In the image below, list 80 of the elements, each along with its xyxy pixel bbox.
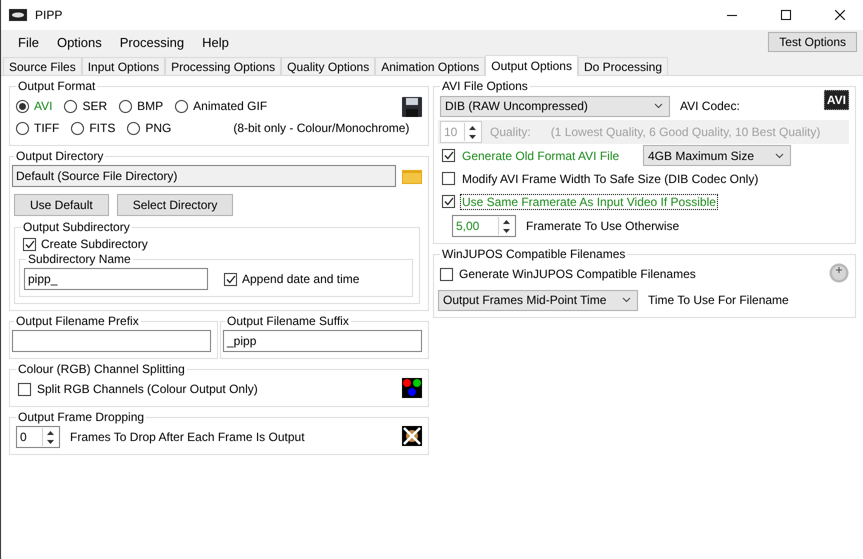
radio-label: PNG — [145, 121, 172, 135]
radio-label: BMP — [137, 99, 164, 113]
quality-hint: (1 Lowest Quality, 6 Good Quality, 10 Best Quality) — [550, 125, 820, 139]
chevron-down-icon — [654, 103, 663, 109]
radio-button[interactable] — [127, 122, 140, 134]
window-title: PIPP — [35, 8, 64, 22]
spinner-label: Framerate To Use Otherwise — [526, 219, 680, 233]
checkbox[interactable] — [18, 382, 31, 396]
menu-item[interactable]: Processing — [110, 34, 194, 50]
radio-button[interactable] — [71, 122, 84, 134]
tab[interactable]: Processing Options — [165, 57, 282, 75]
checkbox-label: Use Same Framerate As Input Video If Possible — [461, 194, 717, 208]
checkbox-label: Generate Old Format AVI File — [461, 148, 620, 162]
group-title: WinJUPOS Compatible Filenames — [441, 247, 626, 261]
checkbox-label: Generate WinJUPOS Compatible Filenames — [459, 267, 696, 281]
checkbox[interactable] — [440, 268, 453, 280]
radio-label: Animated GIF — [193, 99, 268, 113]
directory-button[interactable]: Use Default — [14, 194, 109, 216]
test-options-button[interactable]: Test Options — [768, 32, 857, 52]
checkbox-label: Modify AVI Frame Width To Safe Size (DIB Codec Only) — [461, 172, 760, 186]
radio-button[interactable] — [64, 100, 78, 112]
suffix-field[interactable]: _pipp — [223, 330, 422, 352]
group-title: Colour (RGB) Channel Splitting — [17, 362, 186, 376]
checkbox-label: Split RGB Channels (Colour Output Only) — [37, 382, 258, 396]
checkbox[interactable] — [23, 238, 36, 250]
crossed-frame-icon — [402, 426, 422, 446]
group-title: Output Format — [17, 79, 96, 93]
menu-item[interactable]: Options — [48, 34, 111, 50]
dropdown-label: Time To Use For Filename — [648, 293, 789, 307]
group-title: Output Filename Prefix — [15, 314, 140, 328]
checkbox[interactable] — [442, 195, 455, 208]
spinner-label: Frames To Drop After Each Frame Is Output — [70, 430, 305, 444]
tab[interactable]: Do Processing — [578, 57, 668, 75]
quality-label: Quality: — [490, 125, 531, 139]
tab[interactable]: Output Options — [485, 55, 578, 76]
radio-button[interactable] — [16, 122, 29, 134]
tab[interactable]: Source Files — [3, 57, 82, 75]
globe-icon — [829, 263, 849, 283]
radio-label: SER — [82, 99, 108, 113]
menu-item[interactable]: Help — [193, 34, 238, 50]
menu-item[interactable]: File — [9, 34, 48, 50]
chevron-down-icon — [622, 297, 631, 303]
radio-button[interactable] — [16, 100, 29, 112]
directory-field[interactable]: Default (Source File Directory) — [12, 165, 396, 187]
checkbox[interactable] — [442, 172, 455, 185]
group-title: Subdirectory Name — [27, 252, 132, 266]
prefix-field[interactable] — [12, 330, 211, 352]
radio-label: AVI — [34, 99, 52, 113]
tab[interactable]: Quality Options — [281, 57, 376, 75]
checkbox[interactable] — [442, 149, 455, 162]
checkbox-label: Create Subdirectory — [41, 237, 148, 251]
group-title: Output Directory — [15, 149, 104, 163]
avi-badge-icon: AVI — [824, 90, 849, 110]
group-title: Output Filename Suffix — [226, 314, 350, 328]
group-title: Output Frame Dropping — [17, 410, 146, 424]
group-title: AVI File Options — [441, 79, 529, 93]
size-dropdown[interactable]: 4GB Maximum Size — [643, 145, 791, 166]
checkbox-label: Append date and time — [242, 272, 360, 286]
group-title: Output Subdirectory — [22, 220, 131, 234]
rgb-circles-icon — [402, 378, 422, 398]
chevron-down-icon — [775, 152, 784, 158]
subdirectory-name-field[interactable]: pipp_ — [24, 268, 208, 290]
radio-label: FITS — [89, 121, 116, 135]
radio-button[interactable] — [119, 100, 132, 112]
app-icon — [9, 9, 27, 21]
codec-label: AVI Codec: — [680, 99, 740, 113]
checkbox[interactable] — [224, 272, 237, 286]
radio-button[interactable] — [175, 100, 188, 112]
framerate-spinner[interactable]: 5,00 — [452, 215, 516, 237]
tab[interactable]: Animation Options — [375, 57, 486, 75]
tab[interactable]: Input Options — [82, 57, 166, 75]
maximize-icon — [781, 10, 791, 20]
note-text: (8-bit only - Colour/Monochrome) — [233, 121, 410, 135]
minimize-icon — [727, 14, 737, 16]
close-icon — [835, 10, 845, 20]
time-dropdown[interactable]: Output Frames Mid-Point Time — [438, 290, 638, 310]
frames-spinner[interactable]: 0 — [16, 426, 60, 448]
codec-dropdown[interactable]: DIB (RAW Uncompressed) — [440, 96, 670, 116]
radio-label: TIFF — [34, 121, 60, 135]
directory-button[interactable]: Select Directory — [116, 194, 234, 216]
